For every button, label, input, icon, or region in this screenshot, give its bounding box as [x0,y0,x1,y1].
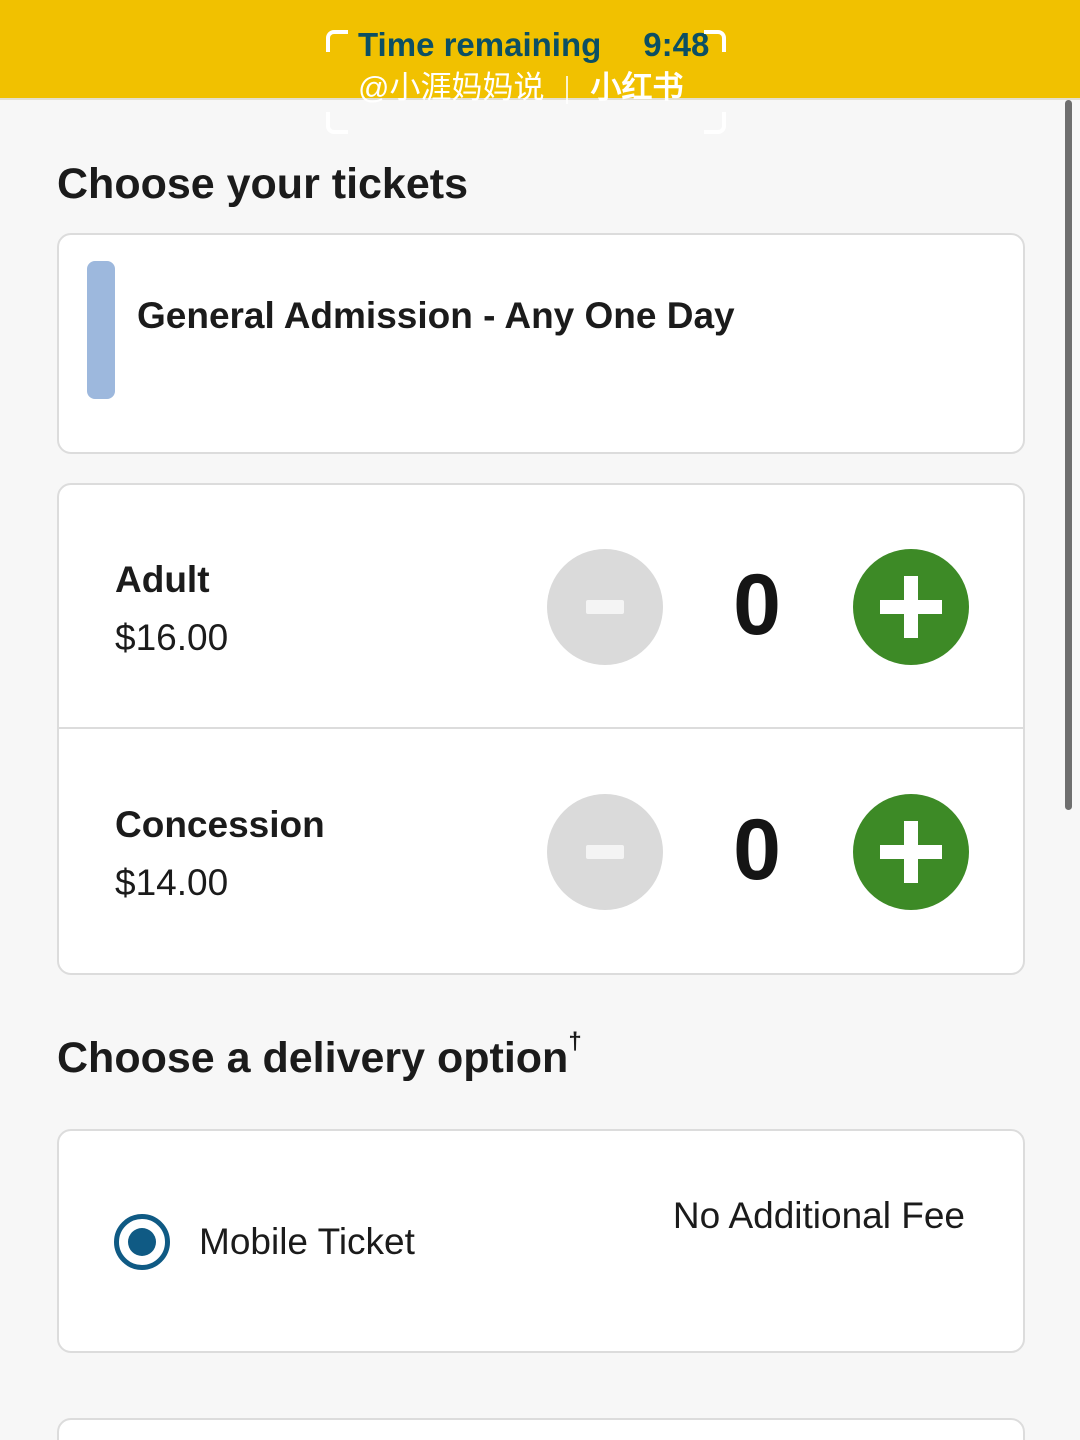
next-card-partial [57,1418,1025,1440]
ticket-name: Adult [115,559,210,600]
delivery-title-marker: † [568,1028,582,1055]
ticket-name: Concession [115,804,325,845]
radio-selected-icon[interactable] [114,1214,170,1270]
ticket-price: $14.00 [115,862,229,903]
ticket-price: $16.00 [115,617,229,658]
ticket-type-name: General Admission - Any One Day [137,295,735,336]
time-remaining: Time remaining 9:48 [358,26,709,64]
concession-quantity: 0 [733,802,781,898]
page-scrollbar[interactable] [1065,100,1072,810]
delivery-section-title-text: Choose a delivery option [57,1034,569,1082]
focus-corner-icon [326,30,348,52]
timer-bar: Time remaining 9:48 @小涯妈妈说 小红书 [0,0,1080,105]
tickets-section-title: Choose your tickets [57,160,468,208]
delivery-option-label: Mobile Ticket [199,1221,415,1262]
focus-corner-icon [326,112,348,134]
watermark-brand: 小红书 [590,70,684,105]
concession-decrement-button[interactable] [547,794,663,910]
delivery-option-fee: No Additional Fee [672,1195,965,1236]
adult-quantity: 0 [733,557,781,653]
watermark-divider [566,75,569,104]
delivery-section-title: Choose a delivery option† [57,1028,582,1083]
ticket-row-concession: Concession $14.00 0 [59,730,1023,973]
ticket-type-accent [87,261,115,399]
watermark: @小涯妈妈说 小红书 [358,62,683,107]
concession-increment-button[interactable] [853,794,969,910]
adult-increment-button[interactable] [853,549,969,665]
ticket-row-adult: Adult $16.00 0 [59,485,1023,729]
adult-decrement-button[interactable] [547,549,663,665]
focus-corner-icon [704,112,726,134]
delivery-option-mobile[interactable]: Mobile Ticket No Additional Fee [57,1129,1025,1353]
time-remaining-value: 9:48 [643,26,710,63]
focus-corner-icon [704,30,726,52]
watermark-handle: @小涯妈妈说 [358,70,545,105]
ticket-quantity-card: Adult $16.00 0 Concession $14.00 0 [57,483,1025,975]
time-remaining-label: Time remaining [358,26,602,63]
ticket-type-card: General Admission - Any One Day [57,233,1025,454]
